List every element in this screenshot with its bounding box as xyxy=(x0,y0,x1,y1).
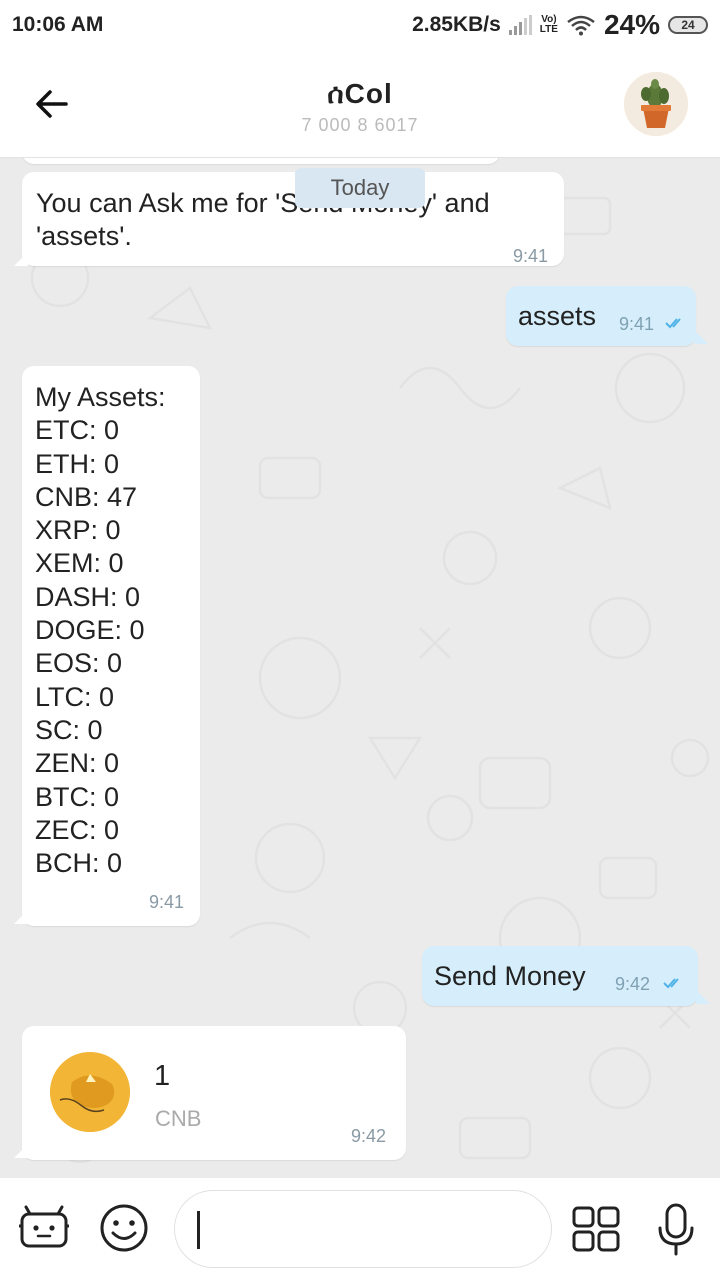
message-input[interactable] xyxy=(174,1190,552,1268)
chat-header: ሰCol 7 000 8 6017 xyxy=(0,50,720,158)
input-bar xyxy=(0,1178,720,1280)
signal-icon xyxy=(508,15,532,35)
wifi-icon xyxy=(567,15,595,36)
date-divider: Today xyxy=(295,168,425,208)
chat-title-block[interactable]: ሰCol 7 000 8 6017 xyxy=(260,78,460,136)
message-text: Send Money xyxy=(434,961,586,991)
read-ticks-icon xyxy=(665,318,681,329)
network-speed: 2.85KB/s xyxy=(412,13,501,36)
lte-label: LTE xyxy=(539,24,558,35)
bot-icon[interactable] xyxy=(18,1204,70,1252)
message-time: 9:41 xyxy=(513,246,549,266)
emoji-icon[interactable] xyxy=(98,1202,150,1254)
contact-avatar[interactable] xyxy=(624,72,688,136)
status-bar: 10:06 AM 2.85KB/s Vo) LTE 24% 24 xyxy=(0,0,720,50)
back-arrow-icon[interactable] xyxy=(30,82,74,126)
chat-title: ሰCol xyxy=(327,78,393,109)
battery-icon: 24 xyxy=(668,16,708,34)
chat-subtitle: 7 000 8 6017 xyxy=(301,115,419,135)
volte-icon: Vo) LTE xyxy=(540,15,558,35)
message-text: assets xyxy=(518,301,597,331)
message-time: 9:42 xyxy=(615,974,651,994)
outgoing-message[interactable]: assets 9:41 xyxy=(506,286,696,346)
cnb-coin-icon xyxy=(50,1052,130,1132)
incoming-message[interactable]: You can Ask me for 'Send Money' and 'ass… xyxy=(22,172,564,266)
apps-grid-icon[interactable] xyxy=(572,1206,620,1252)
status-right: 2.85KB/s Vo) LTE 24% 24 xyxy=(412,9,708,41)
message-time: 9:41 xyxy=(619,314,655,334)
incoming-message-assets[interactable]: My Assets: ETC: 0 ETH: 0 CNB: 47 XRP: 0 … xyxy=(22,366,200,926)
cactus-avatar xyxy=(624,72,688,136)
microphone-icon[interactable] xyxy=(656,1202,696,1258)
message-time: 9:41 xyxy=(149,892,185,912)
chat-area[interactable]: You can Ask me for 'Send Money' and 'ass… xyxy=(0,158,720,1178)
transfer-amount: 1 xyxy=(154,1060,171,1092)
battery-percent: 24% xyxy=(603,9,660,40)
status-time: 10:06 AM xyxy=(12,13,104,36)
outgoing-message[interactable]: Send Money 9:42 xyxy=(422,946,698,1006)
read-ticks-icon xyxy=(663,978,679,989)
assets-list-text: My Assets: ETC: 0 ETH: 0 CNB: 47 XRP: 0 … xyxy=(35,382,166,879)
message-time: 9:42 xyxy=(351,1126,387,1146)
transfer-unit: CNB xyxy=(155,1106,202,1131)
text-cursor xyxy=(197,1211,200,1249)
message-bubble-partial xyxy=(22,158,500,164)
transfer-card[interactable]: 1 CNB 9:42 xyxy=(22,1026,406,1160)
